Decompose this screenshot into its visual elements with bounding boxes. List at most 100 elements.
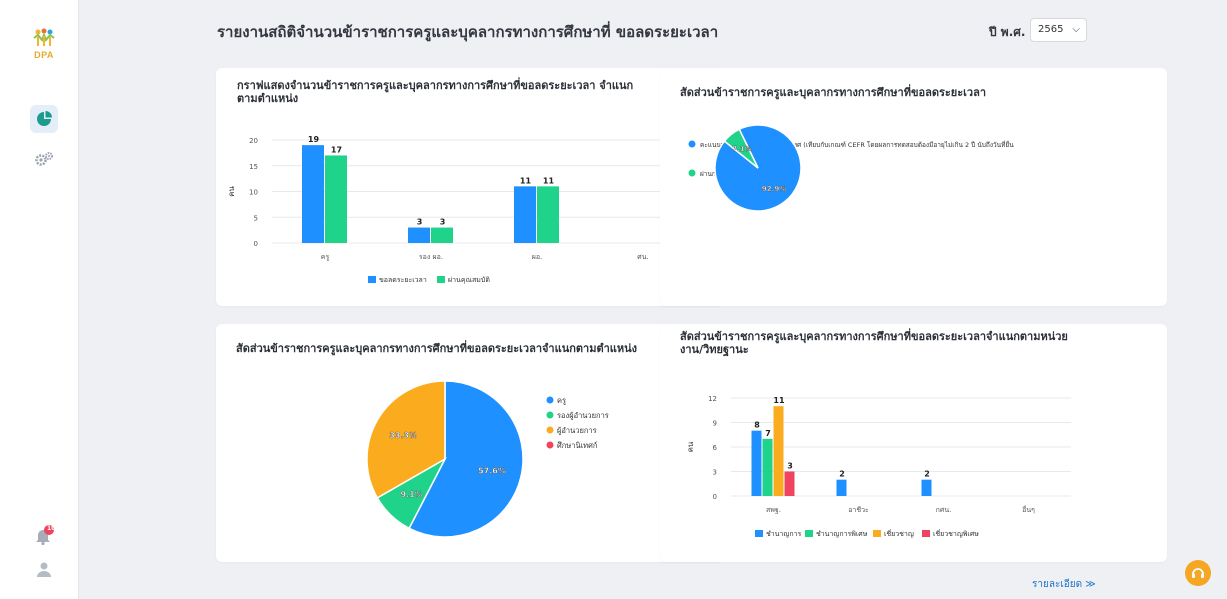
bar	[302, 145, 324, 243]
pie-data-label: 7.1%	[732, 145, 751, 153]
y-axis-label: คน	[686, 441, 695, 452]
y-tick-label: 12	[708, 395, 717, 403]
legend-label: เชี่ยวชาญพิเศษ	[933, 529, 979, 538]
logo-text: DPA	[34, 50, 54, 60]
bar	[836, 479, 847, 496]
year-label: ปี พ.ศ.	[989, 25, 1026, 39]
bar	[431, 227, 453, 243]
y-tick-label: 0	[713, 493, 717, 501]
bar	[773, 406, 784, 496]
bar	[921, 479, 932, 496]
legend-marker	[546, 396, 554, 404]
y-tick-label: 20	[249, 137, 258, 145]
page-title: รายงานสถิติจำนวนข้าราชการครูและบุคลากรทา…	[217, 23, 719, 41]
legend-marker	[546, 411, 554, 419]
legend-label: เชี่ยวชาญ	[884, 529, 914, 538]
bar-value-label: 3	[787, 462, 793, 471]
x-tick-label: รอง ผอ.	[419, 253, 443, 261]
gears-icon	[35, 152, 53, 166]
legend-label: ชำนาญการพิเศษ	[816, 530, 868, 538]
headset-icon	[1192, 568, 1204, 578]
bar-value-label: 19	[308, 135, 320, 144]
legend-label: ครู	[557, 396, 566, 405]
legend-swatch	[755, 530, 763, 537]
bar	[325, 155, 347, 243]
detail-link[interactable]: รายละเอียด ≫	[1032, 577, 1096, 592]
card-bar-by-agency: สัดส่วนข้าราชการครูและบุคลากรทางการศึกษา…	[660, 324, 1167, 562]
y-tick-label: 0	[254, 240, 258, 248]
pie-chart-by-position: 57.6% 9.1% 33.3% ครูรองผู้อำนวยการผู้อำนวยก…	[366, 380, 609, 538]
x-tick-label: ศน.	[637, 253, 648, 261]
pie-chart-by-reason: คะแนนทดสอบทางภาษาต่างประเทศ (เทียบกับเกณ…	[688, 124, 1014, 212]
legend-marker	[546, 441, 554, 449]
bar	[408, 227, 430, 243]
pie-data-label: 33.3%	[389, 431, 417, 440]
year-select[interactable]: 2565 ⌵	[1030, 18, 1087, 42]
y-tick-label: 10	[249, 189, 258, 197]
user-profile-button[interactable]	[30, 555, 58, 583]
main-content: รายงานสถิติจำนวนข้าราชการครูและบุคลากรทา…	[79, 0, 1227, 599]
x-tick-label: ผอ.	[532, 253, 543, 261]
support-chat-button[interactable]	[1185, 560, 1211, 586]
dpa-logo[interactable]: DPA	[28, 28, 60, 64]
legend-label: ผู้อำนวยการ	[557, 426, 597, 435]
legend-marker	[546, 426, 554, 434]
pie-chart-icon	[37, 111, 52, 126]
y-tick-label: 3	[713, 469, 717, 477]
bar-value-label: 2	[924, 470, 930, 479]
legend-label: ผ่านคุณสมบัติ	[448, 276, 490, 284]
sidebar-item-dashboard[interactable]	[30, 105, 58, 133]
bar	[537, 186, 559, 243]
bar	[751, 430, 762, 496]
legend-label: ศึกษานิเทศก์	[557, 441, 598, 450]
pie-data-label: 9.1%	[400, 490, 422, 499]
card-pie-by-reason: สัดส่วนข้าราชการครูและบุคลากรทางการศึกษา…	[660, 68, 1167, 306]
legend-marker	[688, 169, 696, 177]
sidebar: DPA 10	[0, 0, 79, 599]
x-tick-label: อื่นๆ	[1022, 505, 1035, 514]
pie-data-label: 57.6%	[478, 466, 506, 475]
y-tick-label: 6	[713, 444, 718, 452]
bar-chart-by-position: 0 5 10 15 20 คนครู 19 17 รอง ผอ. 3 3 ผอ. 11 11 ศน. ขอลด…	[227, 135, 696, 284]
y-tick-label: 15	[249, 163, 258, 171]
x-tick-label: ครู	[321, 253, 330, 261]
y-tick-label: 5	[254, 214, 258, 222]
bar	[514, 186, 536, 243]
bar	[784, 471, 795, 496]
bar-value-label: 17	[331, 145, 342, 154]
bar-value-label: 3	[440, 218, 446, 227]
legend-swatch	[805, 530, 813, 537]
legend-label: ชำนาญการ	[766, 530, 802, 538]
logo-figures-icon	[33, 28, 55, 46]
user-icon	[37, 562, 51, 577]
card-bar-by-position: กราฟแสดงจำนวนข้าราชการครูและบุคลากรทางกา…	[216, 68, 723, 306]
legend-label: ขอลดระยะเวลา	[379, 276, 427, 284]
x-tick-label: กศน.	[936, 506, 952, 514]
year-select-value: 2565	[1038, 24, 1064, 35]
chevron-down-icon: ⌵	[1072, 24, 1080, 35]
legend-label: รองผู้อำนวยการ	[557, 411, 609, 420]
pie-data-label: 92.9%	[762, 185, 786, 193]
bar-value-label: 3	[417, 218, 423, 227]
sidebar-item-settings[interactable]	[30, 145, 58, 173]
bar-value-label: 2	[839, 470, 845, 479]
bar-value-label: 7	[765, 429, 771, 438]
bar-value-label: 11	[543, 176, 555, 185]
x-tick-label: สพฐ.	[766, 506, 781, 514]
notifications-button[interactable]: 10	[30, 522, 58, 550]
legend-swatch	[922, 530, 930, 537]
bar	[762, 438, 773, 496]
card-pie-by-position: สัดส่วนข้าราชการครูและบุคลากรทางการศึกษา…	[216, 324, 723, 562]
y-tick-label: 9	[713, 420, 717, 428]
legend-swatch	[368, 276, 376, 283]
bar-value-label: 11	[520, 176, 532, 185]
bar-value-label: 8	[754, 421, 760, 430]
bar-chart-by-agency: 0 3 6 9 12 คนสพฐ. 87 11 3 อาชีวะ 2 กศน. 2 อื่นๆชำนาญก…	[686, 395, 1071, 538]
notification-count-badge: 10	[47, 525, 56, 532]
legend-marker	[688, 140, 696, 148]
legend-swatch	[437, 276, 445, 283]
x-tick-label: อาชีวะ	[848, 506, 869, 514]
bar-value-label: 11	[773, 396, 785, 405]
legend-swatch	[873, 530, 881, 537]
y-axis-label: คน	[227, 186, 236, 197]
